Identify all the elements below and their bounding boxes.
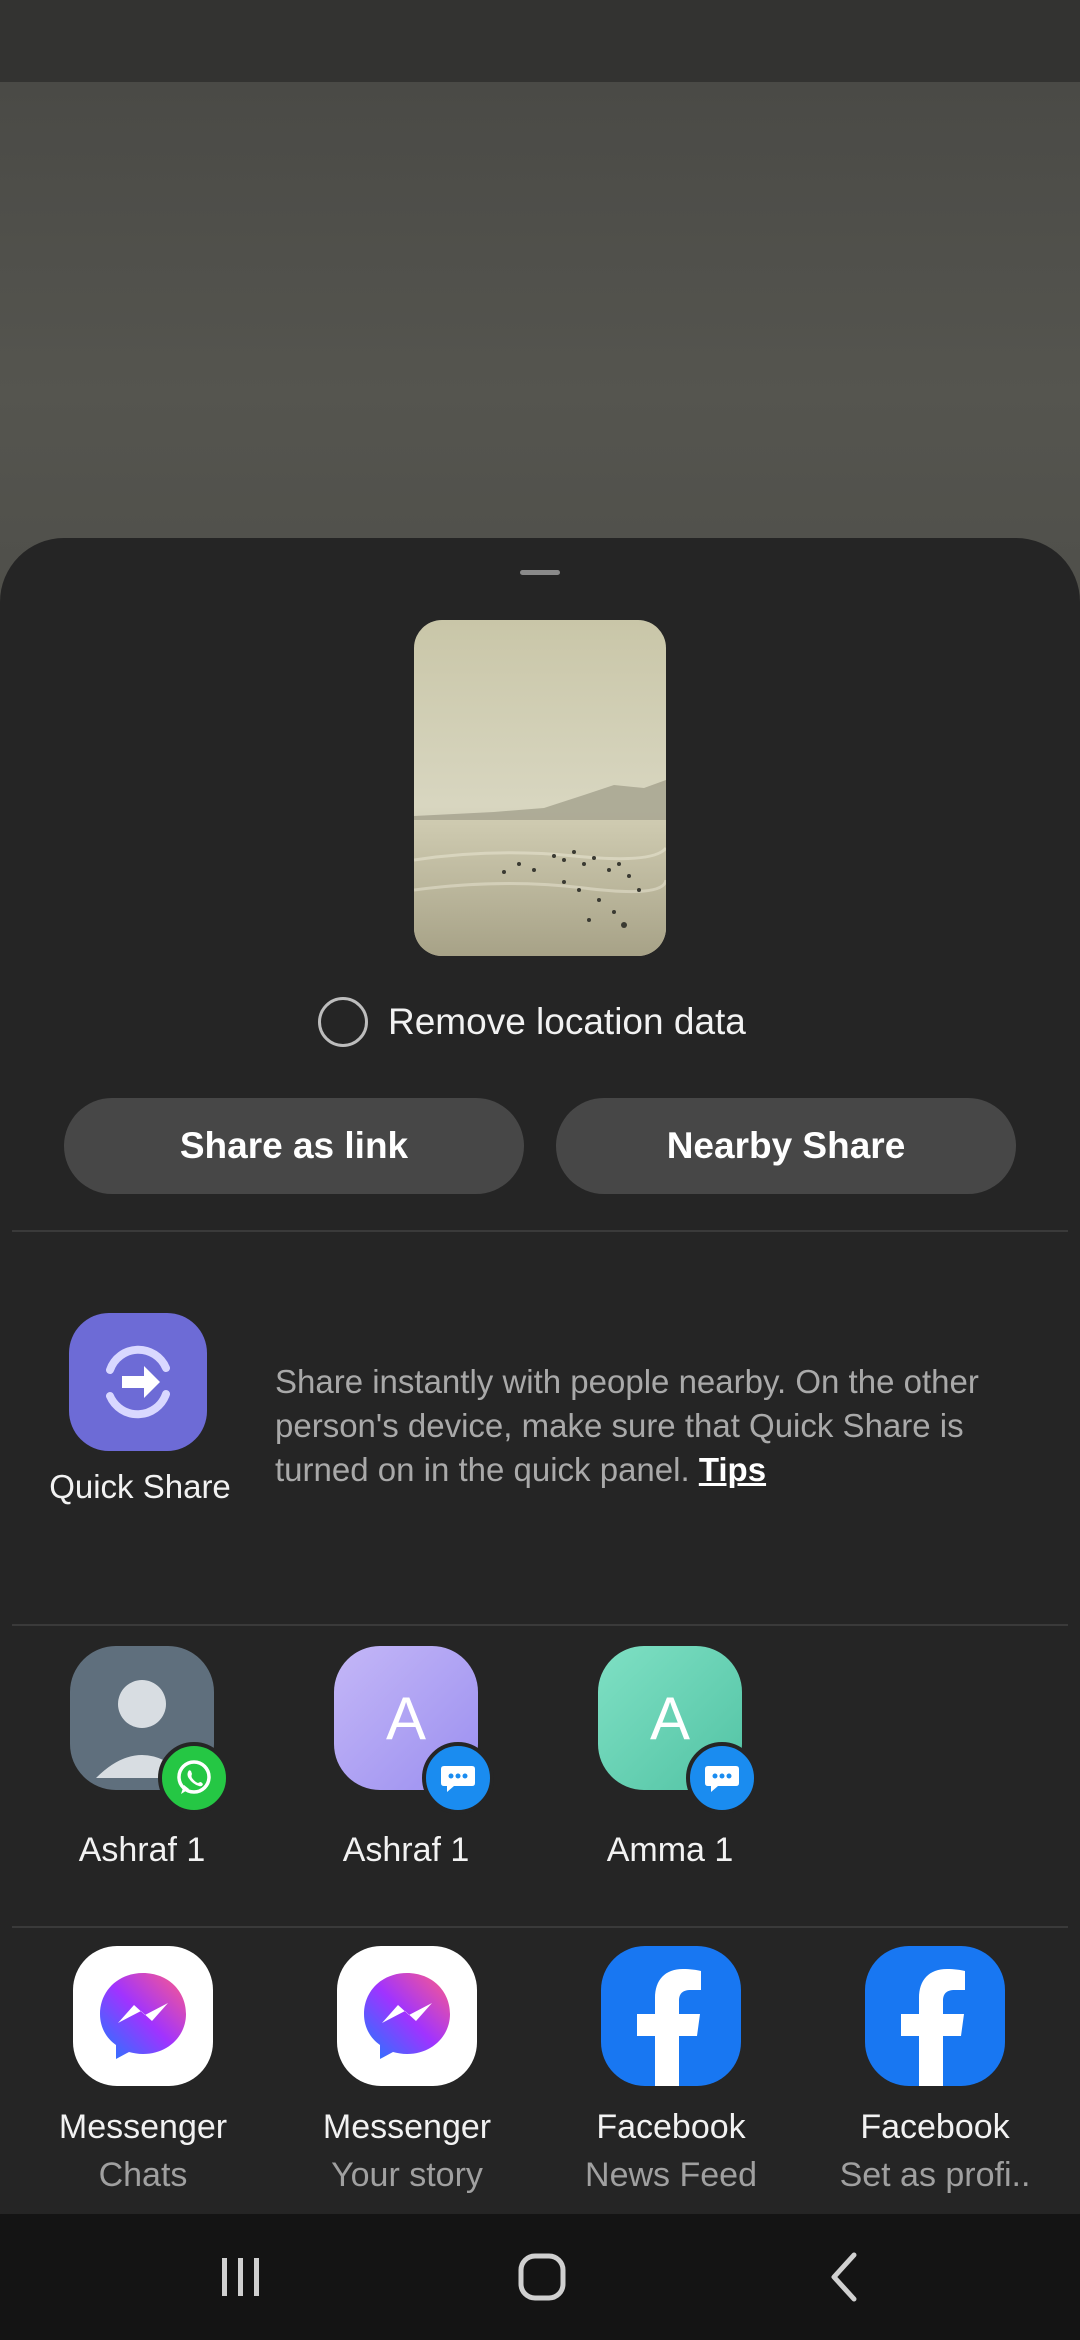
quick-share-button[interactable]: [69, 1313, 207, 1451]
remove-location-toggle[interactable]: Remove location data: [318, 994, 746, 1050]
quick-share-icon: [106, 1345, 170, 1419]
contact-name: Amma 1: [606, 1831, 734, 1869]
status-bar: [0, 0, 1080, 82]
app-subtitle: Your story: [331, 2156, 483, 2194]
remove-location-label: Remove location data: [388, 1001, 746, 1042]
sheet-drag-handle[interactable]: [520, 570, 560, 575]
avatar-initial: A: [649, 1684, 691, 1752]
recents-icon: [222, 2258, 259, 2296]
app-name: Messenger: [58, 2108, 228, 2146]
app-subtitle: Set as profi..: [839, 2156, 1031, 2194]
message-icon: [422, 1742, 494, 1814]
app-name: Facebook: [860, 2108, 1010, 2146]
home-button[interactable]: [482, 2242, 602, 2312]
tips-link[interactable]: Tips: [699, 1451, 766, 1488]
remove-location-radio[interactable]: [318, 997, 368, 1047]
back-icon: [831, 2252, 857, 2302]
back-button[interactable]: [786, 2242, 906, 2312]
home-icon: [518, 2253, 566, 2301]
facebook-icon: [865, 1946, 1005, 2086]
divider: [12, 1624, 1068, 1626]
message-icon: [686, 1742, 758, 1814]
background-app-content: [0, 82, 1080, 602]
whatsapp-icon: [158, 1742, 230, 1814]
facebook-icon: [601, 1946, 741, 2086]
app-subtitle: Chats: [98, 2156, 188, 2194]
quick-share-description-text: Share instantly with people nearby. On t…: [275, 1363, 979, 1488]
nearby-share-button[interactable]: Nearby Share: [556, 1098, 1016, 1194]
image-preview: [414, 620, 666, 956]
divider: [12, 1926, 1068, 1928]
messenger-icon: [337, 1946, 477, 2086]
app-subtitle: News Feed: [585, 2156, 757, 2194]
contact-name: Ashraf 1: [78, 1831, 206, 1869]
recent-apps-button[interactable]: [180, 2242, 300, 2312]
quick-share-description: Share instantly with people nearby. On t…: [275, 1360, 1035, 1492]
share-sheet: Remove location data Share as link Nearb…: [0, 538, 1080, 2214]
app-name: Facebook: [596, 2108, 746, 2146]
messenger-icon: [73, 1946, 213, 2086]
contact-name: Ashraf 1: [342, 1831, 470, 1869]
navigation-bar: [0, 2214, 1080, 2340]
avatar-initial: A: [385, 1684, 427, 1752]
divider: [12, 1230, 1068, 1232]
quick-share-label: Quick Share: [49, 1468, 231, 1505]
app-name: Messenger: [322, 2108, 492, 2146]
share-as-link-button[interactable]: Share as link: [64, 1098, 524, 1194]
